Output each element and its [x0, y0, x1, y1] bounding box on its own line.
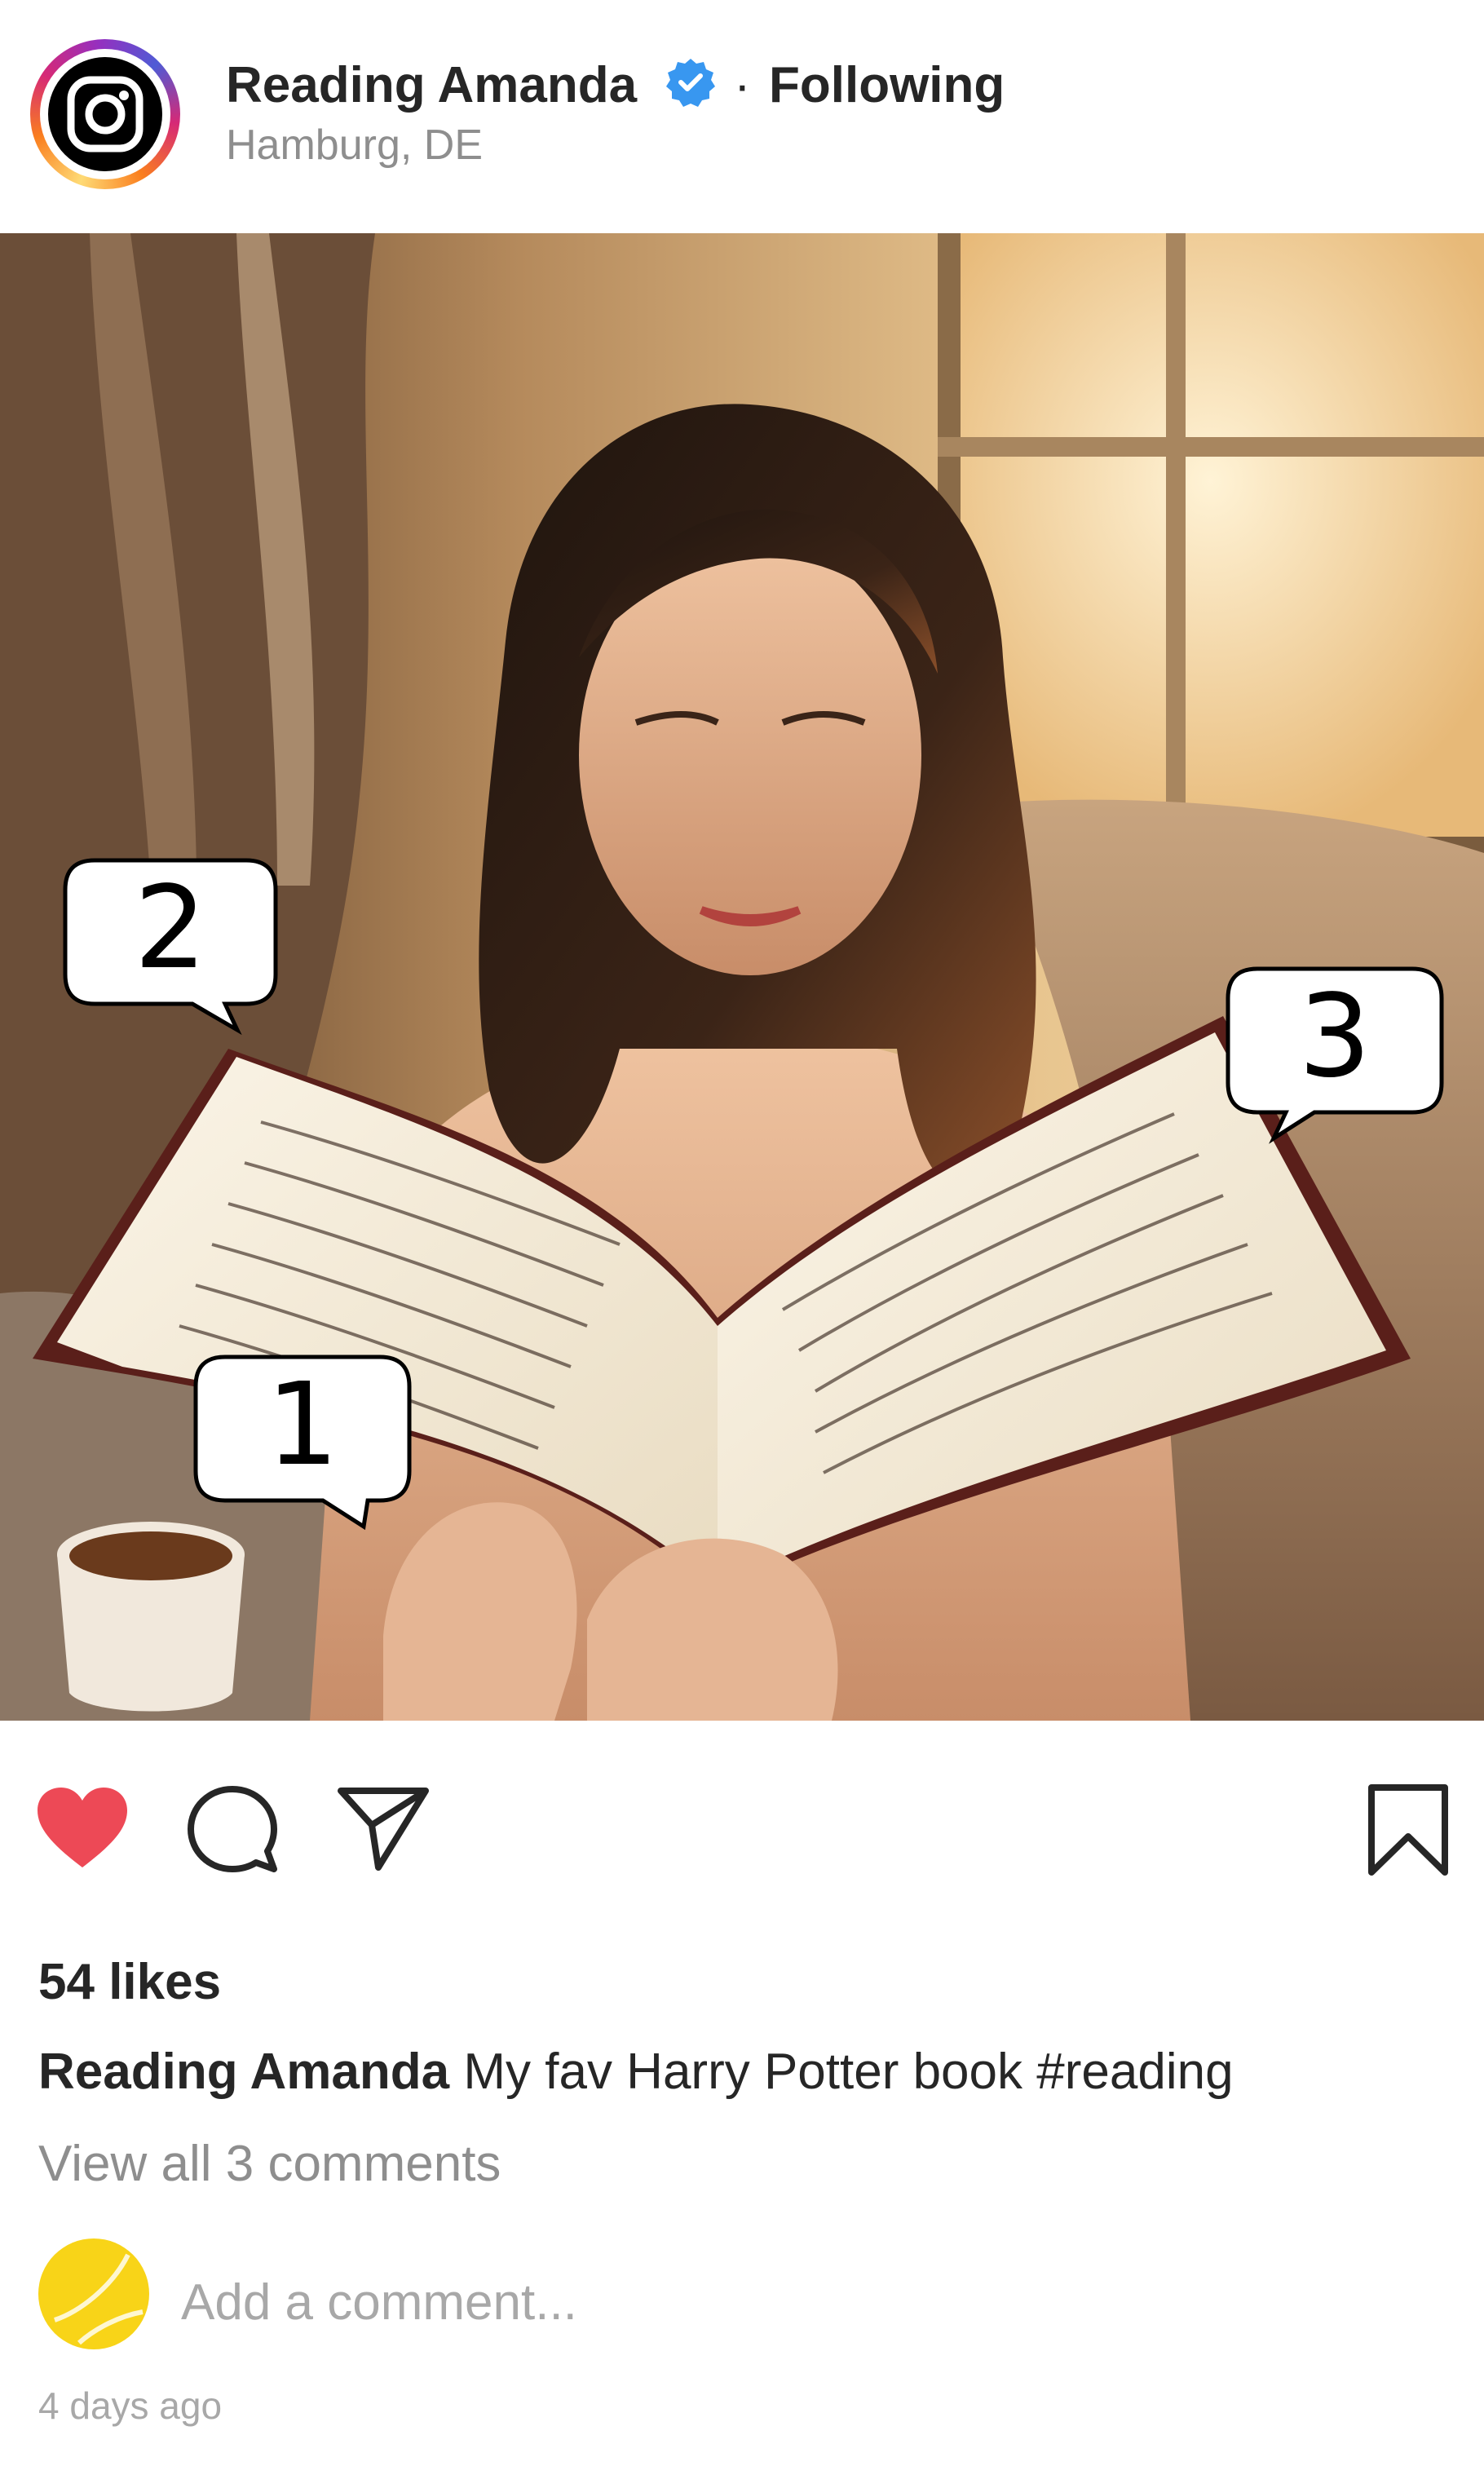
following-button[interactable]: Following — [769, 57, 1005, 114]
post-timestamp: 4 days ago — [38, 2384, 223, 2427]
add-comment-input[interactable]: Add a comment... — [181, 2274, 577, 2331]
callout-number: 3 — [1298, 970, 1371, 1103]
likes-count[interactable]: 54 likes — [38, 1953, 221, 2011]
callout-2: 2 — [62, 857, 279, 1041]
post-location[interactable]: Hamburg, DE — [226, 121, 483, 170]
post-image[interactable]: 2 3 1 — [0, 233, 1484, 1721]
comment-bubble-icon[interactable] — [186, 1784, 279, 1874]
callout-1: 1 — [192, 1354, 413, 1537]
heart-icon[interactable] — [36, 1786, 129, 1871]
callout-number: 2 — [134, 862, 207, 995]
instagram-glyph-icon — [48, 57, 162, 171]
current-user-avatar — [38, 2238, 149, 2349]
header-separator: · — [734, 57, 751, 113]
post-username[interactable]: Reading Amanda — [226, 57, 637, 114]
caption-text: My fav Harry Potter book #reading — [463, 2044, 1234, 2100]
caption-username[interactable]: Reading Amanda — [38, 2044, 449, 2100]
profile-avatar[interactable] — [30, 39, 180, 189]
verified-badge-icon — [666, 59, 715, 107]
action-bar — [0, 1721, 1484, 1900]
post-caption: Reading Amanda My fav Harry Potter book … — [38, 2043, 1234, 2101]
paper-plane-icon[interactable] — [336, 1784, 431, 1872]
view-all-comments-link[interactable]: View all 3 comments — [38, 2135, 501, 2193]
post-header: Reading Amanda · Following Hamburg, DE — [0, 0, 1484, 233]
tennis-ball-icon — [40, 2240, 148, 2348]
bookmark-icon[interactable] — [1367, 1783, 1450, 1877]
callout-3: 3 — [1225, 966, 1445, 1149]
callout-number: 1 — [266, 1359, 339, 1492]
